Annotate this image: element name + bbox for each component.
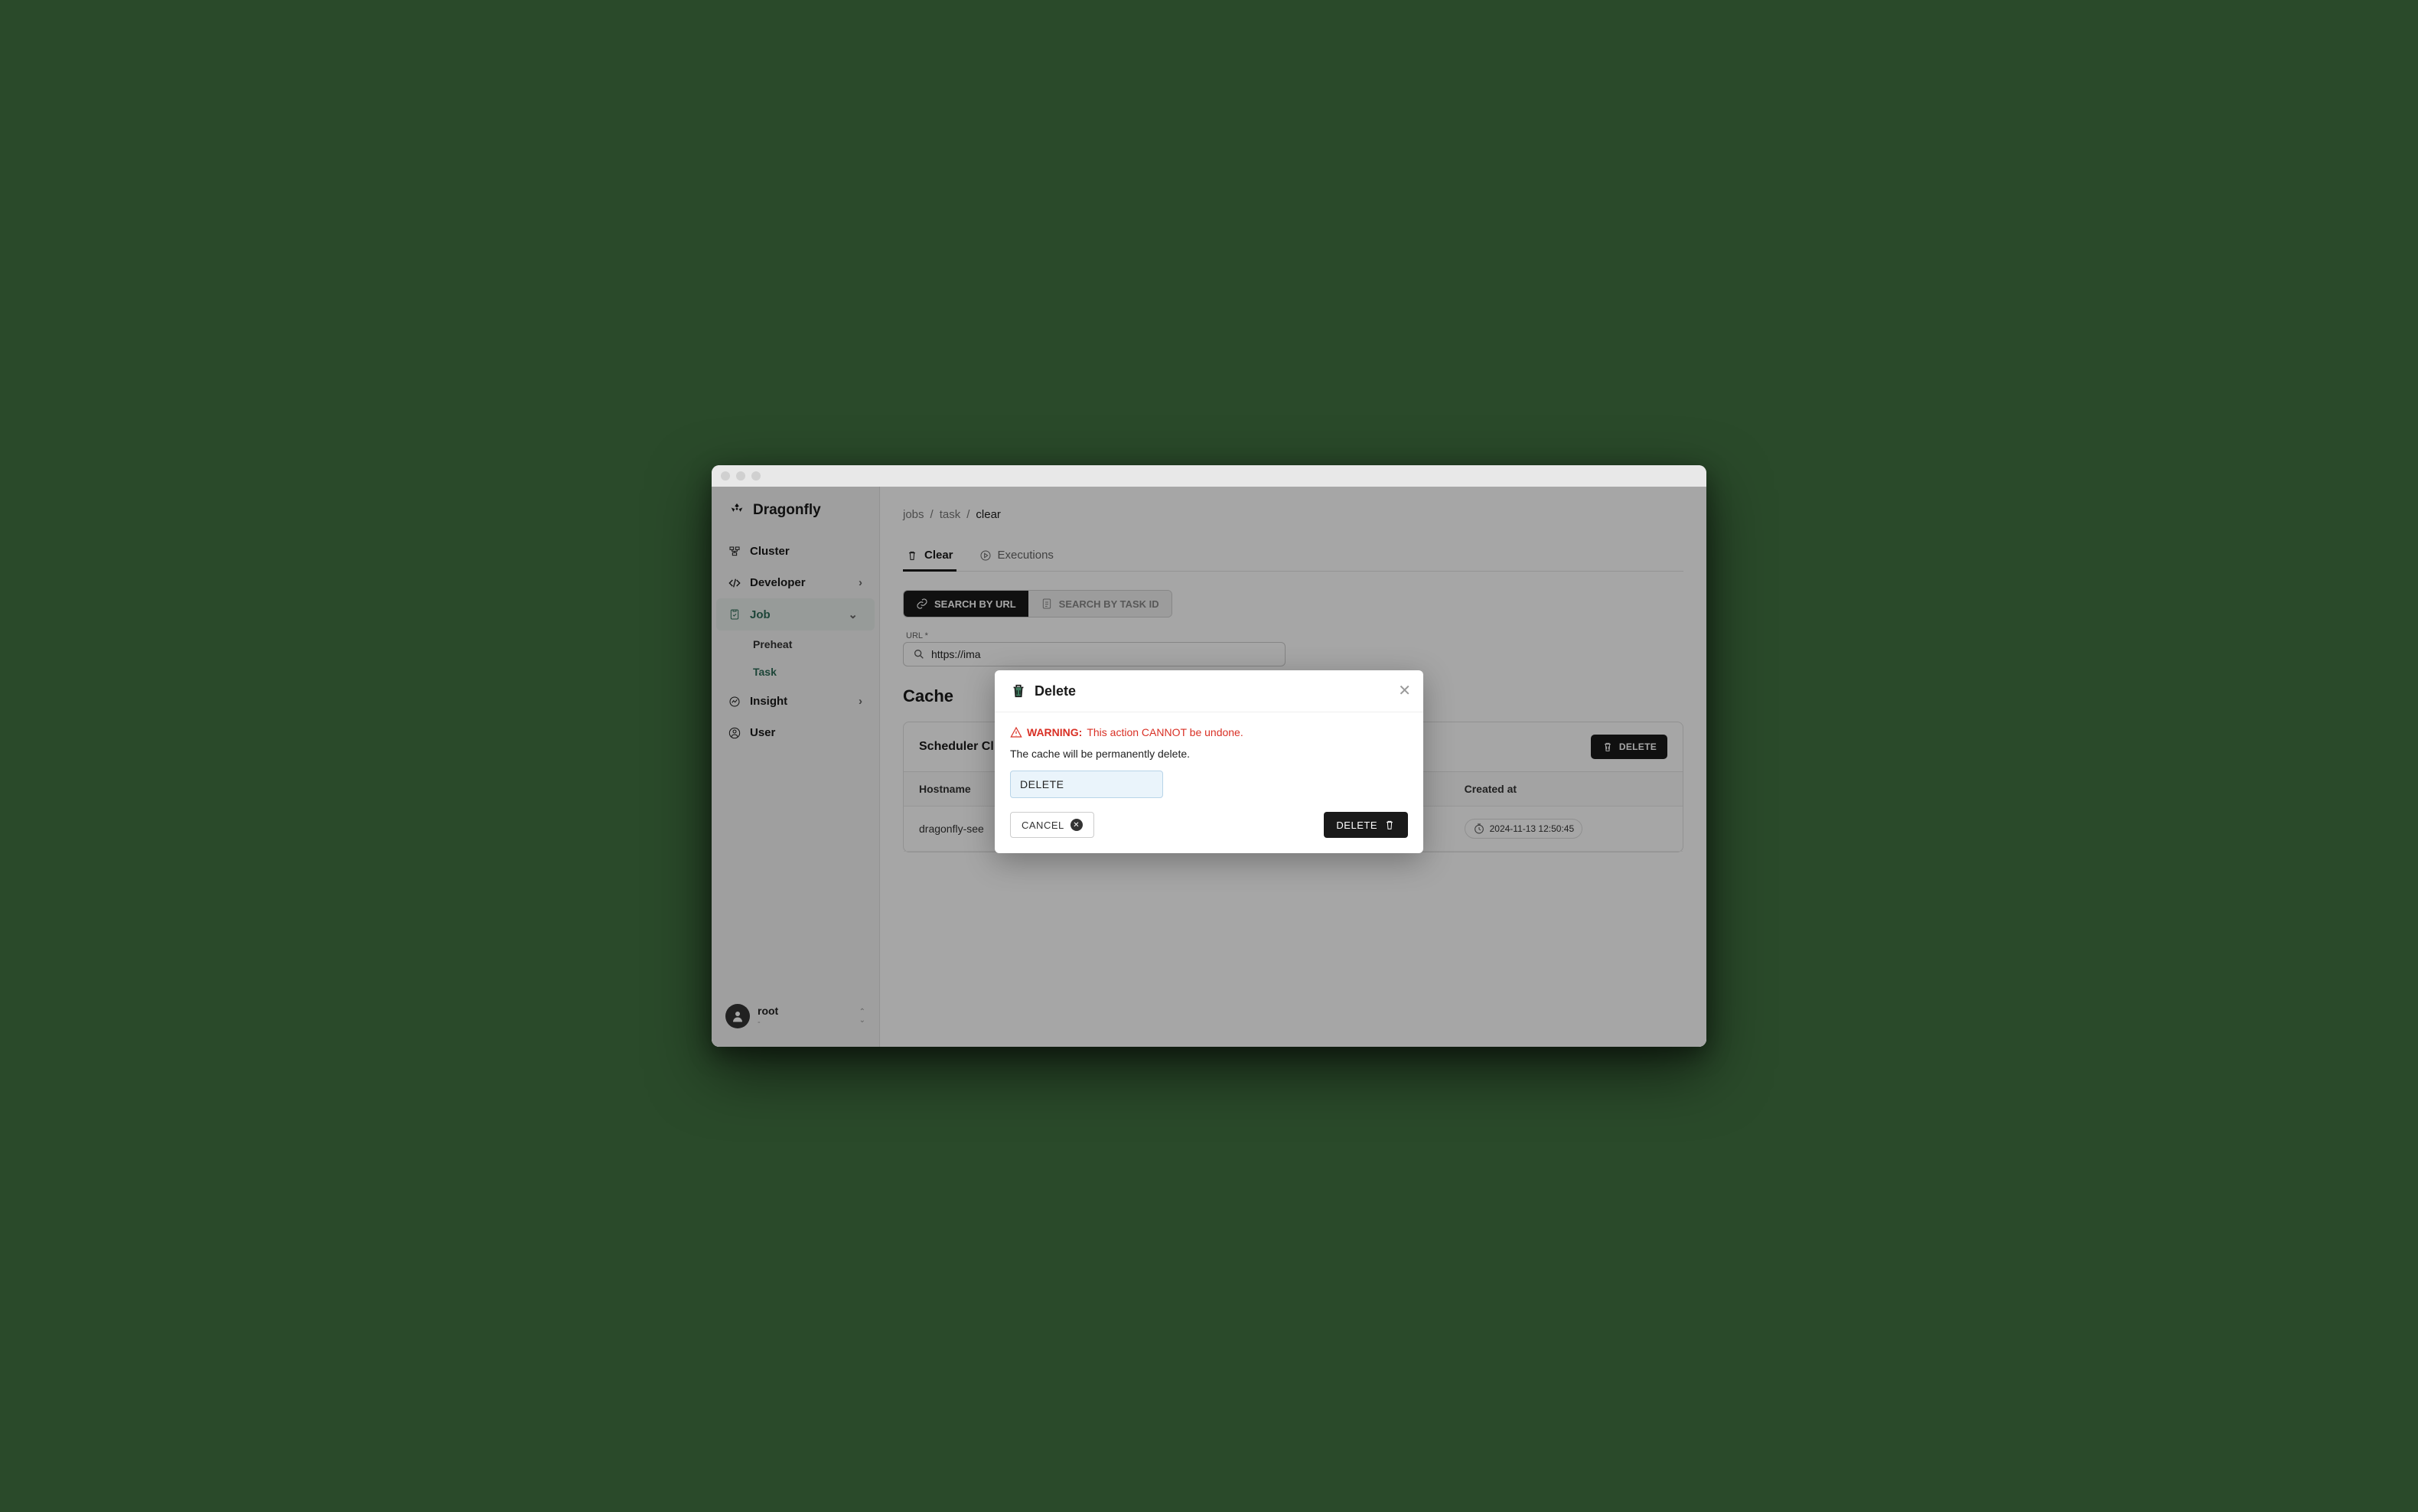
warning-label: WARNING: (1027, 726, 1082, 738)
app-window: Dragonfly Cluster Developer › Job ⌄ Preh… (712, 465, 1706, 1047)
warning-text: This action CANNOT be undone. (1087, 726, 1243, 738)
window-max-dot[interactable] (751, 471, 761, 481)
modal-body: WARNING: This action CANNOT be undone. T… (995, 712, 1423, 853)
warning-row: WARNING: This action CANNOT be undone. (1010, 726, 1408, 738)
modal-overlay[interactable]: Delete ✕ WARNING: This action CANNOT be … (712, 487, 1706, 1047)
modal-actions: CANCEL ✕ DELETE (1010, 812, 1408, 838)
modal-description: The cache will be permanently delete. (1010, 748, 1408, 760)
modal-title: Delete (1035, 683, 1076, 699)
titlebar (712, 465, 1706, 487)
warning-icon (1010, 726, 1022, 738)
confirm-delete-button[interactable]: DELETE (1324, 812, 1408, 838)
window-close-dot[interactable] (721, 471, 730, 481)
cancel-icon: ✕ (1071, 819, 1083, 831)
modal-header: Delete ✕ (995, 670, 1423, 712)
delete-modal: Delete ✕ WARNING: This action CANNOT be … (995, 670, 1423, 853)
trash-icon (1383, 819, 1396, 831)
cancel-button[interactable]: CANCEL ✕ (1010, 812, 1094, 838)
modal-close-button[interactable]: ✕ (1398, 681, 1411, 700)
window-min-dot[interactable] (736, 471, 745, 481)
close-icon: ✕ (1398, 683, 1411, 699)
delete-confirm-input[interactable] (1010, 771, 1163, 798)
cancel-label: CANCEL (1022, 820, 1064, 831)
confirm-label: DELETE (1336, 820, 1377, 831)
trash-icon (1010, 683, 1027, 699)
